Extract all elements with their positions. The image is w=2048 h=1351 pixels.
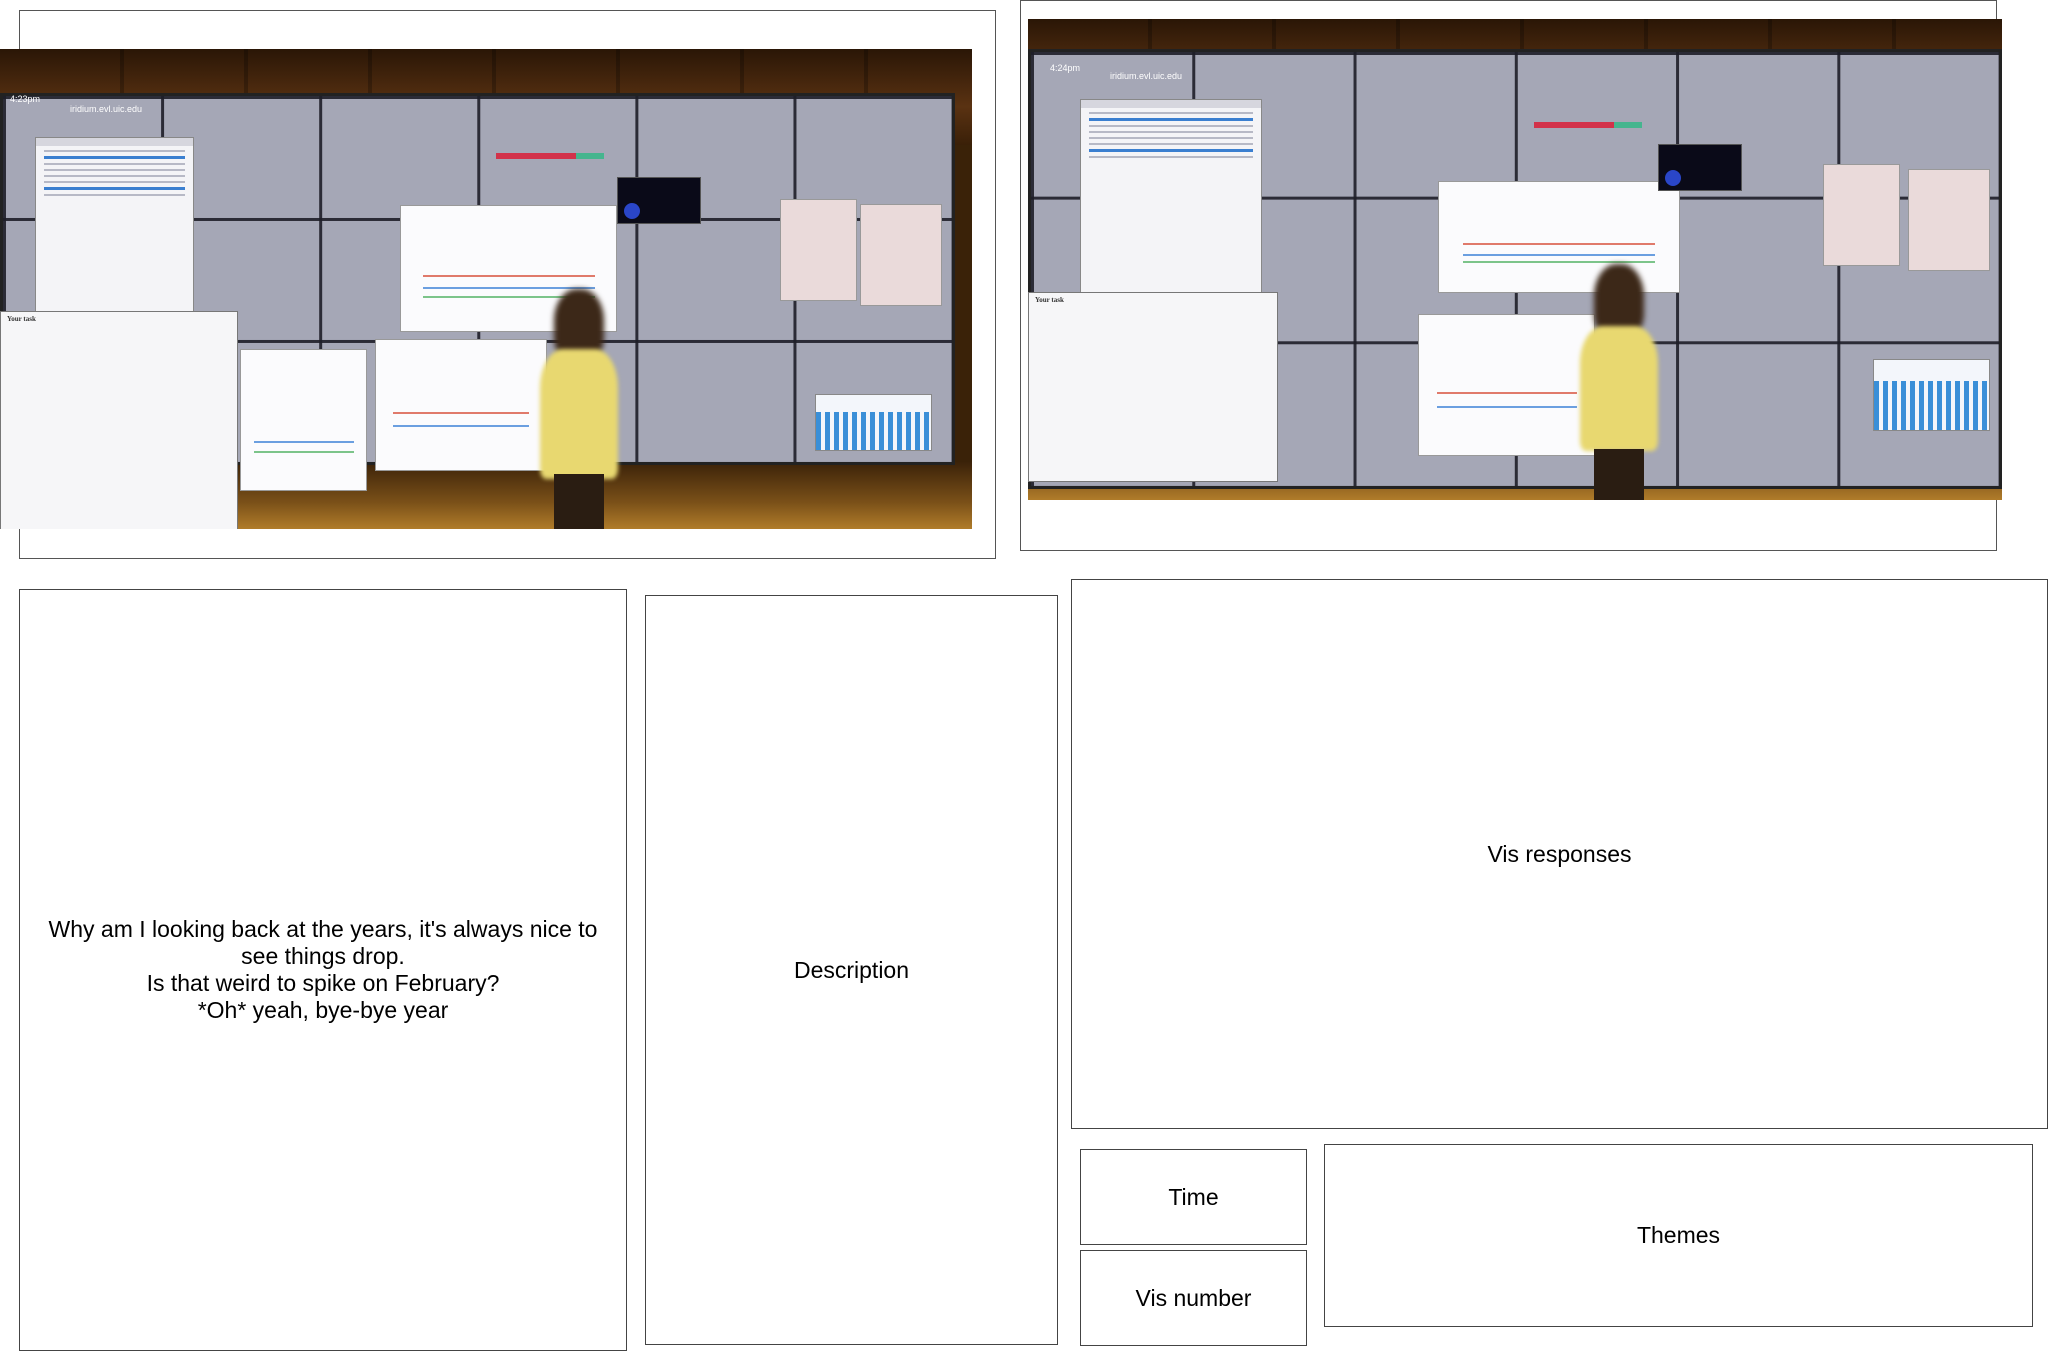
map-window — [1823, 164, 1900, 266]
photo-2: 4:24pm iridium.evl.uic.edu Your task — [1028, 19, 2002, 500]
photo-1: 4:23pm iridium.evl.uic.edu Your task — [0, 49, 972, 529]
task-description-window: Your task — [0, 311, 238, 529]
time-box: Time — [1080, 1149, 1307, 1245]
transcript-line: Why am I looking back at the years, it's… — [48, 916, 598, 942]
vis-responses-label: Vis responses — [1487, 840, 1632, 867]
data-description-window — [1080, 99, 1262, 296]
status-bar — [1534, 122, 1614, 128]
survey-window — [1658, 144, 1742, 191]
task-description-window: Your task — [1028, 292, 1278, 482]
vis-number-box: Vis number — [1080, 1250, 1307, 1346]
transcript-box: Why am I looking back at the years, it's… — [19, 589, 627, 1351]
vis-responses-box: Vis responses — [1071, 579, 2048, 1129]
transcript-line: see things drop. — [241, 943, 405, 969]
themes-label: Themes — [1636, 1222, 1721, 1248]
transcript-line: Is that weird to spike on February? — [146, 970, 500, 996]
transcript-line: *Oh* yeah, bye-bye year — [197, 997, 449, 1023]
status-bar — [576, 153, 604, 159]
time-label: Time — [1168, 1183, 1219, 1210]
person — [520, 289, 640, 529]
map-window — [1908, 169, 1990, 271]
survey-window — [617, 177, 701, 224]
description-label: Description — [793, 956, 910, 983]
wall-host: iridium.evl.uic.edu — [70, 104, 143, 114]
line-chart-window — [240, 349, 367, 491]
map-window — [780, 199, 857, 301]
task-heading: Your task — [7, 315, 36, 323]
map-window — [860, 204, 942, 306]
data-description-window — [35, 137, 194, 314]
status-bar — [1614, 122, 1642, 128]
bar-chart-window — [815, 394, 932, 451]
wall-clock: 4:24pm — [1050, 63, 1081, 73]
wall-host: iridium.evl.uic.edu — [1110, 71, 1183, 81]
bar-chart-window — [1873, 359, 1990, 431]
vis-number-label: Vis number — [1135, 1284, 1252, 1311]
themes-box: Themes — [1324, 1144, 2033, 1327]
task-heading: Your task — [1035, 296, 1064, 304]
transcript-text: Why am I looking back at the years, it's… — [39, 916, 608, 1024]
description-box: Description — [645, 595, 1058, 1345]
status-bar — [496, 153, 576, 159]
wall-clock: 4:23pm — [10, 94, 41, 104]
person — [1558, 264, 1678, 500]
